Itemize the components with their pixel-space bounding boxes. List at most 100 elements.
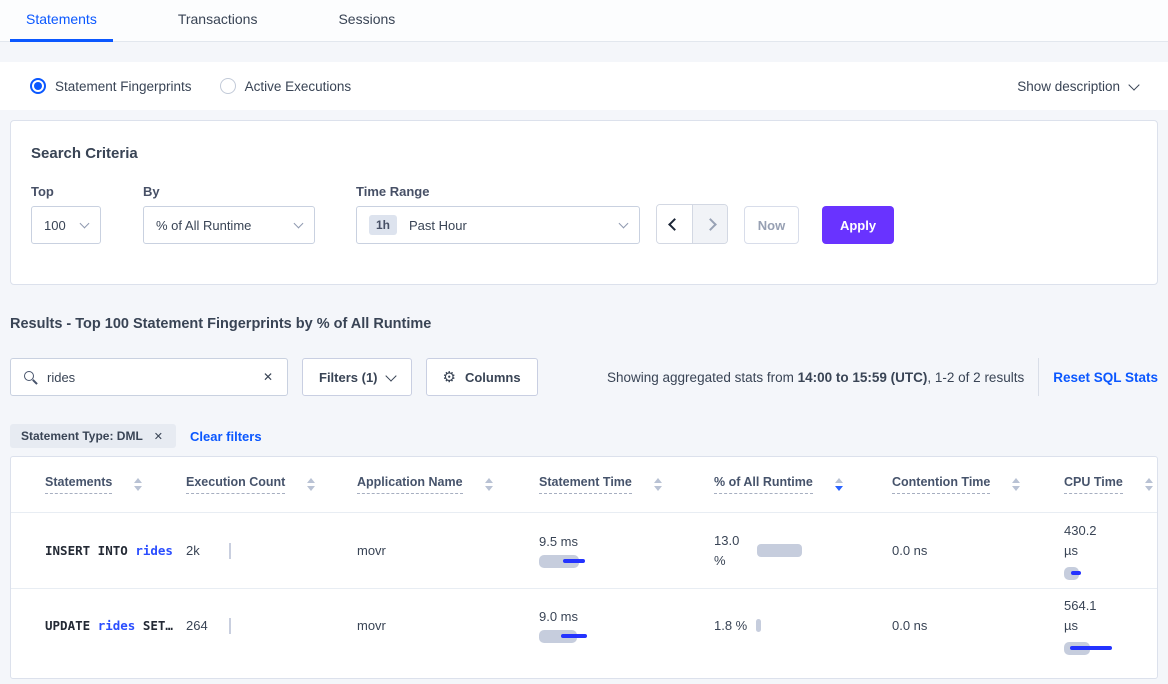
sort-icon[interactable] xyxy=(134,478,142,491)
chevron-down-icon xyxy=(619,219,629,229)
contention-time-cell: 0.0 ns xyxy=(892,543,1064,558)
execution-count-cell: 264 xyxy=(186,618,357,633)
statement-type-filter-chip: Statement Type: DML ✕ xyxy=(10,424,176,448)
gear-icon: ⚙ xyxy=(443,368,456,386)
sort-icon[interactable] xyxy=(307,478,315,491)
by-select-value: % of All Runtime xyxy=(156,218,251,233)
application-name-cell: movr xyxy=(357,543,539,558)
radio-label: Statement Fingerprints xyxy=(55,79,192,94)
column-header-contention-time[interactable]: Contention Time xyxy=(892,475,1064,494)
pct-runtime-cell: 1.8 % xyxy=(714,618,892,633)
time-range-value: Past Hour xyxy=(409,218,467,233)
chevron-down-icon xyxy=(1128,79,1139,90)
columns-label: Columns xyxy=(465,370,521,385)
chevron-right-icon xyxy=(704,218,717,231)
execution-count-cell: 2k xyxy=(186,543,357,558)
tab-statements[interactable]: Statements xyxy=(10,0,113,42)
statements-table: Statements Execution Count Application N… xyxy=(10,456,1158,679)
results-heading: Results - Top 100 Statement Fingerprints… xyxy=(10,315,1158,333)
pct-runtime-bar xyxy=(757,544,802,557)
cpu-time-cell: 430.2 µs xyxy=(1064,521,1157,580)
search-icon xyxy=(23,370,38,385)
remove-filter-icon[interactable]: ✕ xyxy=(152,428,165,445)
filters-button[interactable]: Filters (1) xyxy=(302,358,412,396)
statement-time-bar xyxy=(539,630,714,643)
filter-chip-row: Statement Type: DML ✕ Clear filters xyxy=(10,424,1158,448)
pct-runtime-cell: 13.0 % xyxy=(714,531,892,571)
vertical-divider xyxy=(1038,358,1039,396)
execution-count-bar xyxy=(229,543,231,559)
chevron-down-icon xyxy=(294,219,304,229)
tab-bar: Statements Transactions Sessions xyxy=(0,0,1168,42)
statement-fingerprint-link[interactable]: rides xyxy=(98,618,136,633)
top-select[interactable]: 100 xyxy=(31,206,101,244)
results-controls: ✕ Filters (1) ⚙ Columns Showing aggregat… xyxy=(10,358,1158,396)
stats-time-range: 14:00 to 15:59 (UTC) xyxy=(798,370,928,385)
statement-cell: UPDATE rides SET… xyxy=(11,616,186,636)
search-input[interactable] xyxy=(47,370,261,385)
sql-activity-page: Statements Transactions Sessions Stateme… xyxy=(0,0,1168,684)
column-header-pct-runtime[interactable]: % of All Runtime xyxy=(714,475,892,494)
radio-label: Active Executions xyxy=(245,79,352,94)
reset-sql-stats-link[interactable]: Reset SQL Stats xyxy=(1053,370,1158,385)
show-description-toggle[interactable]: Show description xyxy=(1017,79,1138,94)
table-row: UPDATE rides SET… 264 movr 9.0 ms 1.8 % xyxy=(11,588,1157,662)
time-nav-group xyxy=(656,204,728,244)
application-name-cell: movr xyxy=(357,618,539,633)
filter-chip-label: Statement Type: DML xyxy=(21,429,143,443)
now-button[interactable]: Now xyxy=(744,206,799,244)
by-label: By xyxy=(143,184,315,199)
statement-time-cell: 9.5 ms xyxy=(539,534,714,568)
radio-checked-icon xyxy=(30,78,46,94)
column-header-statement-time[interactable]: Statement Time xyxy=(539,475,714,494)
radio-active-executions[interactable]: Active Executions xyxy=(220,78,352,94)
aggregated-stats-text: Showing aggregated stats from 14:00 to 1… xyxy=(607,370,1024,385)
show-description-label: Show description xyxy=(1017,79,1120,94)
columns-button[interactable]: ⚙ Columns xyxy=(426,358,538,396)
search-criteria-title: Search Criteria xyxy=(31,145,1137,162)
search-box: ✕ xyxy=(10,358,288,396)
cpu-time-bar xyxy=(1064,567,1157,580)
column-header-statements[interactable]: Statements xyxy=(11,475,186,494)
clear-filters-link[interactable]: Clear filters xyxy=(190,429,262,444)
chevron-down-icon xyxy=(80,219,90,229)
radio-unchecked-icon xyxy=(220,78,236,94)
tab-sessions[interactable]: Sessions xyxy=(322,0,411,42)
sort-icon[interactable] xyxy=(485,478,493,491)
clear-search-icon[interactable]: ✕ xyxy=(261,368,275,386)
previous-time-button[interactable] xyxy=(657,205,692,243)
pct-runtime-bar xyxy=(756,619,761,632)
top-label: Top xyxy=(31,184,101,199)
filters-label: Filters (1) xyxy=(319,370,378,385)
chevron-left-icon xyxy=(668,218,681,231)
statement-cell: INSERT INTO rides xyxy=(11,541,186,561)
column-header-execution-count[interactable]: Execution Count xyxy=(186,475,357,494)
next-time-button[interactable] xyxy=(692,205,727,243)
by-select[interactable]: % of All Runtime xyxy=(143,206,315,244)
statement-time-bar xyxy=(539,555,714,568)
table-row: INSERT INTO rides 2k movr 9.5 ms 13.0 % xyxy=(11,512,1157,588)
sort-icon[interactable] xyxy=(654,478,662,491)
cpu-time-bar xyxy=(1064,642,1157,655)
time-range-label: Time Range xyxy=(356,184,640,199)
search-criteria-card: Search Criteria Top 100 By % of All Runt… xyxy=(10,120,1158,285)
top-select-value: 100 xyxy=(44,218,66,233)
statement-time-cell: 9.0 ms xyxy=(539,609,714,643)
radio-statement-fingerprints[interactable]: Statement Fingerprints xyxy=(30,78,192,94)
sort-icon[interactable] xyxy=(835,478,843,491)
chevron-down-icon xyxy=(385,370,396,381)
time-range-badge: 1h xyxy=(369,215,397,235)
execution-count-bar xyxy=(229,618,231,634)
time-range-select[interactable]: 1h Past Hour xyxy=(356,206,640,244)
tab-transactions[interactable]: Transactions xyxy=(162,0,274,42)
contention-time-cell: 0.0 ns xyxy=(892,618,1064,633)
column-header-application-name[interactable]: Application Name xyxy=(357,475,539,494)
sort-icon[interactable] xyxy=(1145,478,1153,491)
view-toggle-panel: Statement Fingerprints Active Executions… xyxy=(0,62,1168,110)
sort-icon[interactable] xyxy=(1012,478,1020,491)
table-header-row: Statements Execution Count Application N… xyxy=(11,457,1157,512)
statement-fingerprint-link[interactable]: rides xyxy=(135,543,173,558)
apply-button[interactable]: Apply xyxy=(822,206,894,244)
cpu-time-cell: 564.1 µs xyxy=(1064,596,1157,655)
column-header-cpu-time[interactable]: CPU Time xyxy=(1064,475,1157,494)
